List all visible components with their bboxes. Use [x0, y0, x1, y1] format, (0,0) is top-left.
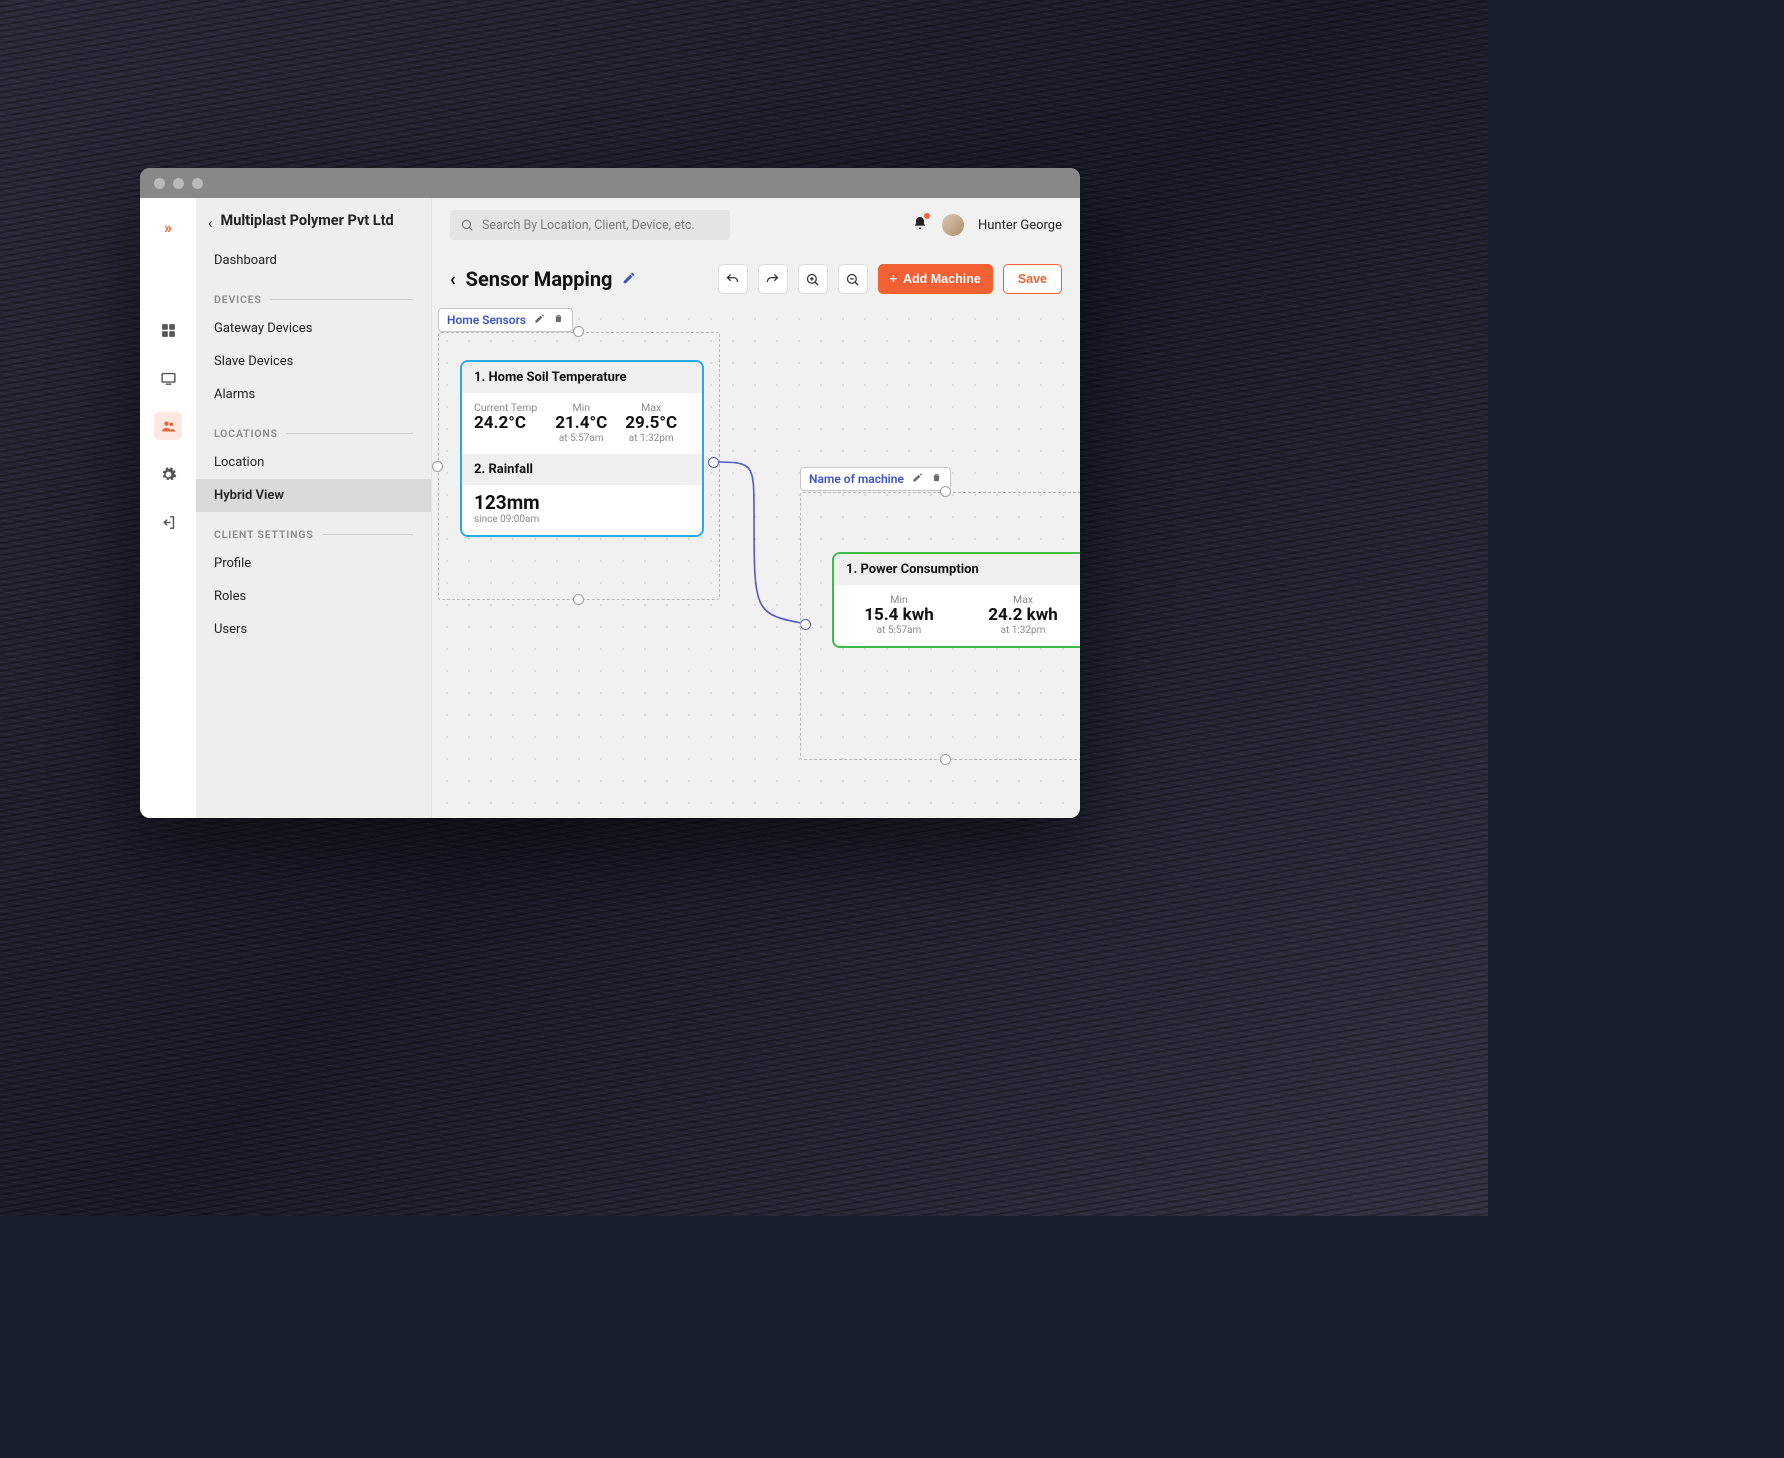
card-title: 1. Home Soil Temperature [462, 362, 702, 393]
notifications-icon[interactable] [912, 215, 928, 235]
undo-button[interactable] [718, 264, 748, 294]
zoom-in-button[interactable] [798, 264, 828, 294]
search-placeholder: Search By Location, Client, Device, etc. [482, 218, 695, 233]
sidebar-item-location[interactable]: Location [196, 446, 431, 479]
page-title: Sensor Mapping [466, 267, 613, 291]
sidebar-item-users[interactable]: Users [196, 613, 431, 646]
group-handle-top[interactable] [573, 326, 584, 337]
sidebar-item-alarms[interactable]: Alarms [196, 378, 431, 411]
metric-sub: at 5:57am [559, 433, 604, 444]
delete-group-icon[interactable] [553, 313, 564, 327]
edit-group-icon[interactable] [534, 313, 545, 327]
topbar: Search By Location, Client, Device, etc.… [432, 198, 1080, 246]
sidebar-item-gateway[interactable]: Gateway Devices [196, 312, 431, 345]
sensor-card-home-soil[interactable]: 1. Home Soil Temperature Current Temp 24… [460, 360, 704, 537]
zoom-out-button[interactable] [838, 264, 868, 294]
metric-sub: since 09:00am [474, 514, 690, 525]
metric-value: 123mm [474, 493, 690, 514]
group-handle-bottom[interactable] [573, 594, 584, 605]
connection-handle-start[interactable] [708, 457, 719, 468]
metric-sub: at 1:32pm [629, 433, 674, 444]
group-handle-bottom[interactable] [940, 754, 951, 765]
sidebar-item-dashboard[interactable]: Dashboard [196, 244, 431, 277]
nav-rail: » [140, 198, 196, 818]
back-to-clients-icon[interactable]: ‹ [208, 214, 213, 232]
sidebar-section-locations: LOCATIONS [196, 411, 431, 446]
company-name: Multiplast Polymer Pvt Ltd [221, 212, 394, 230]
sidebar-item-hybrid-view[interactable]: Hybrid View [196, 479, 431, 512]
add-machine-button[interactable]: + Add Machine [878, 264, 993, 294]
sidebar-section-client-settings: CLIENT SETTINGS [196, 512, 431, 547]
metric-sub: at 5:57am [877, 625, 922, 636]
sidebar-section-devices: DEVICES [196, 277, 431, 312]
group-handle-top[interactable] [940, 486, 951, 497]
metric-value: 21.4°C [555, 414, 607, 433]
app-window: » ‹ Multiplast Polymer Pvt Ltd [140, 168, 1080, 818]
sensor-canvas[interactable]: Home Sensors 1. Home Soil Temperature Cu… [432, 304, 1080, 818]
rail-settings-icon[interactable] [154, 460, 182, 488]
secondary-sidebar: ‹ Multiplast Polymer Pvt Ltd Dashboard D… [196, 198, 432, 818]
card-title: 1. Power Consumption [834, 554, 1080, 585]
page-header: ‹ Sensor Mapping + [432, 246, 1080, 304]
plus-icon: + [890, 272, 897, 286]
edit-title-icon[interactable] [622, 270, 636, 289]
search-input[interactable]: Search By Location, Client, Device, etc. [450, 210, 730, 240]
card-title: 2. Rainfall [462, 454, 702, 485]
metric-value: 15.4 kwh [864, 606, 934, 625]
group-label-home-sensors[interactable]: Home Sensors [438, 308, 573, 332]
window-max-dot[interactable] [192, 178, 203, 189]
sensor-card-power[interactable]: 1. Power Consumption Min 15.4 kwh at 5:5… [832, 552, 1080, 648]
edit-group-icon[interactable] [912, 472, 923, 486]
user-avatar[interactable] [942, 214, 964, 236]
sidebar-item-roles[interactable]: Roles [196, 580, 431, 613]
window-titlebar [140, 168, 1080, 198]
redo-button[interactable] [758, 264, 788, 294]
sidebar-item-slave[interactable]: Slave Devices [196, 345, 431, 378]
metric-sub: at 1:32pm [1001, 625, 1046, 636]
main-panel: Search By Location, Client, Device, etc.… [432, 198, 1080, 818]
window-min-dot[interactable] [173, 178, 184, 189]
metric-value: 24.2°C [474, 414, 526, 433]
page-back-icon[interactable]: ‹ [450, 269, 456, 290]
search-icon [460, 218, 474, 232]
rail-clients-icon[interactable] [154, 412, 182, 440]
rail-devices-icon[interactable] [154, 364, 182, 392]
delete-group-icon[interactable] [931, 472, 942, 486]
save-button[interactable]: Save [1003, 264, 1062, 294]
group-handle-left[interactable] [432, 461, 443, 472]
expand-sidebar-icon[interactable]: » [164, 212, 172, 242]
sidebar-item-profile[interactable]: Profile [196, 547, 431, 580]
rail-logout-icon[interactable] [154, 508, 182, 536]
rail-dashboard-icon[interactable] [154, 316, 182, 344]
notification-badge [924, 213, 930, 219]
metric-value: 24.2 kwh [988, 606, 1058, 625]
metric-value: 29.5°C [625, 414, 677, 433]
window-close-dot[interactable] [154, 178, 165, 189]
username-label[interactable]: Hunter George [978, 218, 1062, 233]
group-label-machine[interactable]: Name of machine [800, 467, 951, 491]
connection-line [704, 454, 814, 634]
